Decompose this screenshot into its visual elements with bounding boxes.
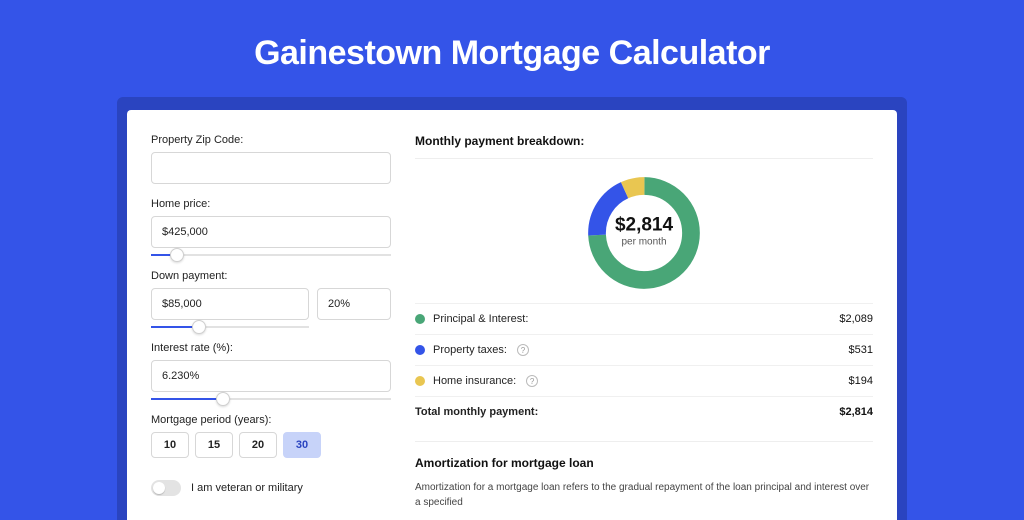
slider-thumb[interactable] — [216, 392, 230, 406]
legend-value: $531 — [849, 344, 873, 356]
home-price-slider[interactable] — [151, 254, 391, 256]
legend-label: Principal & Interest: — [433, 313, 528, 325]
page-title: Gainestown Mortgage Calculator — [0, 0, 1024, 97]
amortization-title: Amortization for mortgage loan — [415, 456, 873, 470]
legend-row-taxes: Property taxes: ? $531 — [415, 334, 873, 365]
legend-label: Home insurance: — [433, 375, 516, 387]
slider-thumb[interactable] — [192, 320, 206, 334]
legend-row-principal: Principal & Interest: $2,089 — [415, 303, 873, 334]
legend-row-insurance: Home insurance: ? $194 — [415, 365, 873, 396]
breakdown-title: Monthly payment breakdown: — [415, 134, 873, 159]
period-btn-15[interactable]: 15 — [195, 432, 233, 458]
card-shadow: Property Zip Code: Home price: Down paym… — [117, 97, 907, 520]
form-panel: Property Zip Code: Home price: Down paym… — [127, 110, 395, 520]
field-home-price: Home price: — [151, 198, 395, 256]
zip-input[interactable] — [151, 152, 391, 184]
dot-icon — [415, 345, 425, 355]
veteran-label: I am veteran or military — [191, 482, 303, 494]
field-period: Mortgage period (years): 10 15 20 30 — [151, 414, 395, 458]
help-icon[interactable]: ? — [526, 375, 538, 387]
interest-input[interactable] — [151, 360, 391, 392]
period-options: 10 15 20 30 — [151, 432, 395, 458]
interest-label: Interest rate (%): — [151, 342, 395, 354]
veteran-row: I am veteran or military — [151, 480, 395, 496]
down-payment-label: Down payment: — [151, 270, 395, 282]
veteran-toggle[interactable] — [151, 480, 181, 496]
total-label: Total monthly payment: — [415, 406, 538, 418]
help-icon[interactable]: ? — [517, 344, 529, 356]
period-label: Mortgage period (years): — [151, 414, 395, 426]
total-value: $2,814 — [839, 406, 873, 418]
legend-row-total: Total monthly payment: $2,814 — [415, 396, 873, 427]
down-payment-slider[interactable] — [151, 326, 309, 328]
zip-label: Property Zip Code: — [151, 134, 395, 146]
home-price-input[interactable] — [151, 216, 391, 248]
field-zip: Property Zip Code: — [151, 134, 395, 184]
down-payment-pct-input[interactable] — [317, 288, 391, 320]
legend-value: $194 — [849, 375, 873, 387]
donut-amount: $2,814 — [615, 215, 673, 237]
donut-sub: per month — [615, 237, 673, 248]
period-btn-10[interactable]: 10 — [151, 432, 189, 458]
home-price-label: Home price: — [151, 198, 395, 210]
dot-icon — [415, 314, 425, 324]
donut-chart: $2,814 per month — [415, 159, 873, 303]
legend-label: Property taxes: — [433, 344, 507, 356]
dot-icon — [415, 376, 425, 386]
calculator-card: Property Zip Code: Home price: Down paym… — [127, 110, 897, 520]
field-interest: Interest rate (%): — [151, 342, 395, 400]
field-down-payment: Down payment: — [151, 270, 395, 328]
interest-slider[interactable] — [151, 398, 391, 400]
slider-thumb[interactable] — [170, 248, 184, 262]
donut-center: $2,814 per month — [615, 215, 673, 248]
amortization-section: Amortization for mortgage loan Amortizat… — [415, 441, 873, 510]
down-payment-input[interactable] — [151, 288, 309, 320]
period-btn-20[interactable]: 20 — [239, 432, 277, 458]
period-btn-30[interactable]: 30 — [283, 432, 321, 458]
breakdown-panel: Monthly payment breakdown: $2,814 per mo… — [395, 110, 897, 520]
legend-value: $2,089 — [839, 313, 873, 325]
amortization-text: Amortization for a mortgage loan refers … — [415, 480, 873, 510]
